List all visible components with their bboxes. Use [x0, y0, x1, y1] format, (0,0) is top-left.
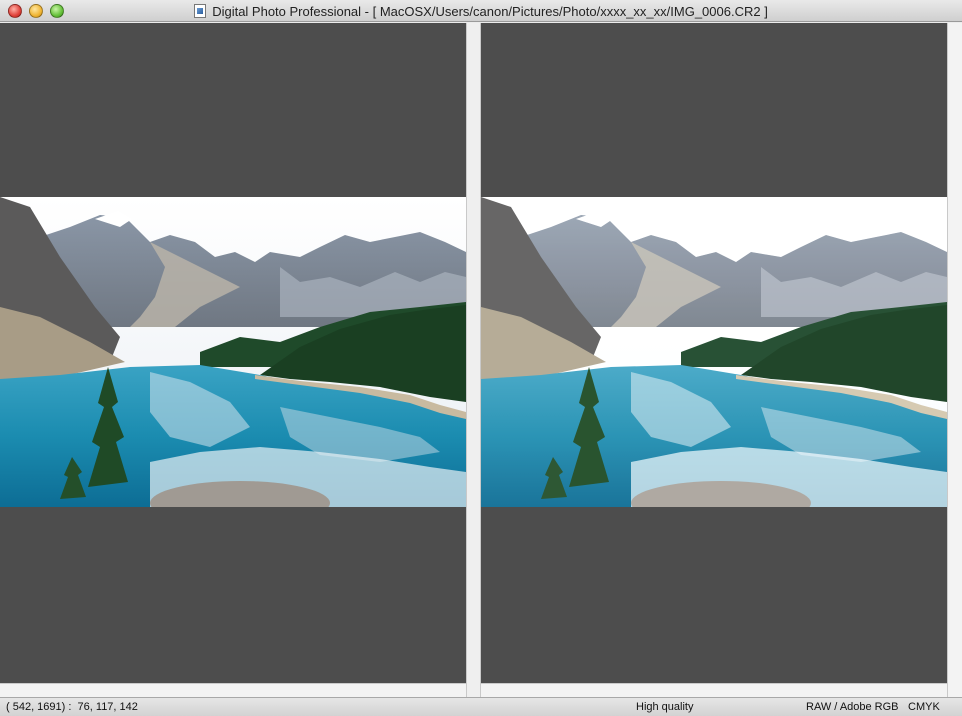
quality-indicator: High quality	[636, 701, 694, 713]
left-horizontal-scrollbar[interactable]	[0, 683, 466, 697]
status-bar: ( 542, 1691) : 76, 117, 142 High quality…	[0, 697, 962, 716]
cursor-rgb-readout: ( 542, 1691) : 76, 117, 142	[6, 701, 138, 713]
edited-photo[interactable]	[481, 197, 947, 507]
cmyk-indicator: CMYK	[908, 701, 940, 713]
right-image-pane[interactable]	[481, 23, 947, 683]
color-space-indicator: RAW / Adobe RGB	[806, 701, 899, 713]
title-wrap: Digital Photo Professional - [ MacOSX/Us…	[0, 0, 962, 22]
vertical-scrollbar[interactable]	[947, 23, 962, 697]
app-window: Digital Photo Professional - [ MacOSX/Us…	[0, 0, 962, 716]
document-proxy-icon[interactable]	[194, 4, 207, 18]
original-photo[interactable]	[0, 197, 466, 507]
pane-divider[interactable]	[466, 23, 481, 697]
title-bar[interactable]: Digital Photo Professional - [ MacOSX/Us…	[0, 0, 962, 22]
right-horizontal-scrollbar[interactable]	[481, 683, 947, 697]
window-title: Digital Photo Professional - [ MacOSX/Us…	[212, 3, 768, 19]
left-image-pane[interactable]	[0, 23, 466, 683]
